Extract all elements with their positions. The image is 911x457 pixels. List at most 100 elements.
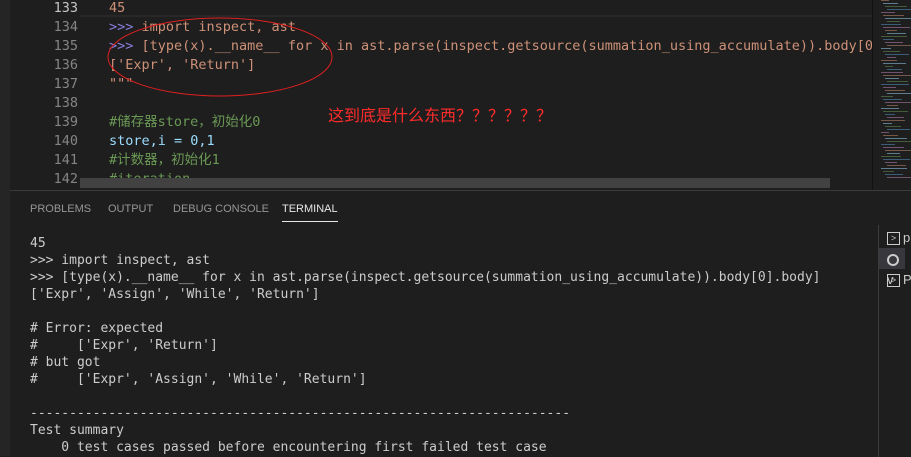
minimap-line: [885, 42, 903, 43]
minimap-line: [883, 135, 898, 136]
code-line: 45: [109, 0, 126, 16]
minimap-line: [883, 87, 896, 88]
line-number: 138: [53, 95, 78, 111]
current-line-highlight: [80, 0, 872, 17]
terminal-line: # Error: expected: [30, 321, 164, 336]
minimap-line: [887, 57, 896, 58]
code-line: >>> import inspect, ast: [109, 19, 296, 35]
minimap-line: [883, 171, 894, 172]
terminal-list-item[interactable]: > P: [887, 269, 911, 290]
minimap-line: [881, 120, 905, 121]
terminal-line: 0 test cases passed before encountering …: [30, 440, 547, 455]
minimap-line: [881, 84, 909, 85]
line-number: 136: [53, 57, 78, 73]
terminal-line: >>> [type(x).__name__ for x in ast.parse…: [30, 270, 821, 285]
minimap-line: [887, 81, 908, 82]
minimap-line: [881, 60, 897, 61]
minimap-line: [885, 90, 905, 91]
line-number: 139: [53, 114, 78, 130]
terminal-line: # but got: [30, 355, 101, 370]
tab-problems[interactable]: PROBLEMS: [30, 203, 91, 215]
minimap-line: [883, 75, 911, 76]
minimap-line: [881, 144, 895, 145]
code-line: >>> [type(x).__name__ for x in ast.parse…: [109, 38, 911, 54]
annotation-text: 这到底是什么东西？？？？？？: [328, 106, 553, 125]
minimap-line: [887, 165, 906, 166]
minimap-line: [887, 21, 900, 22]
minimap-line: [887, 141, 911, 142]
minimap-line: [883, 111, 908, 112]
minimap-line: [881, 96, 893, 97]
line-number: 141: [53, 152, 78, 168]
line-number: 142: [53, 171, 78, 187]
minimap-line: [887, 105, 898, 106]
tab-debug-console[interactable]: DEBUG CONSOLE: [173, 203, 269, 215]
terminal-line: ['Expr', 'Assign', 'While', 'Return']: [30, 287, 320, 302]
minimap-line: [885, 66, 893, 67]
code-editor[interactable]: 133 134 135 136 137 138 139 140 141 142 …: [0, 0, 911, 190]
terminal-line: Test summary: [30, 423, 124, 438]
minimap-line: [885, 162, 897, 163]
minimap-line: [881, 108, 899, 109]
bottom-panel: PROBLEMS OUTPUT DEBUG CONSOLE TERMINAL 4…: [10, 190, 911, 457]
minimap-line: [883, 147, 904, 148]
code-line: #计数器，初始化1: [109, 152, 220, 168]
minimap-line: [881, 0, 889, 1]
minimap-line: [885, 150, 911, 151]
minimap-line: [881, 132, 889, 133]
minimap-line: [887, 45, 911, 46]
line-number: 134: [53, 19, 78, 35]
activity-strip: [0, 0, 10, 456]
terminal-list-item[interactable]: > p: [887, 227, 911, 248]
terminal-icon: >: [887, 274, 900, 288]
code-line: """: [109, 76, 134, 92]
minimap-line: [883, 27, 910, 28]
minimap-line: [881, 156, 901, 157]
minimap-line: [883, 123, 892, 124]
minimap-line: [881, 24, 901, 25]
minimap-line: [887, 129, 910, 130]
terminal-line: ----------------------------------------…: [30, 406, 571, 421]
terminal-line: >>> import inspect, ast: [30, 253, 211, 268]
minimap-line: [887, 177, 911, 178]
code-line: #储存器store，初始化0: [109, 114, 261, 130]
minimap-line: [881, 12, 895, 13]
minimap-line: [885, 78, 899, 79]
terminal-line: 45: [30, 236, 46, 251]
minimap-line: [887, 9, 911, 10]
terminal-icon: >: [887, 232, 900, 246]
minimap-line: [885, 102, 911, 103]
minimap-line: [881, 72, 903, 73]
minimap-line: [883, 15, 904, 16]
minimap-line: [885, 126, 901, 127]
minimap-line: [883, 159, 910, 160]
minimap-line: [887, 69, 902, 70]
ubuntu-icon: [887, 253, 899, 266]
minimap-line: [881, 168, 907, 169]
horizontal-scrollbar[interactable]: [80, 178, 830, 188]
minimap-line: [883, 39, 894, 40]
tab-terminal[interactable]: TERMINAL: [282, 203, 338, 222]
line-number: 133: [53, 0, 78, 16]
minimap-line: [885, 6, 907, 7]
tab-output[interactable]: OUTPUT: [108, 203, 153, 215]
terminal-list-item[interactable]: v: [879, 248, 905, 287]
minimap-line: [881, 36, 907, 37]
minimap[interactable]: [872, 0, 911, 190]
minimap-line: [881, 48, 891, 49]
minimap-line: [883, 3, 898, 4]
minimap-line: [885, 18, 911, 19]
code-line: ['Expr', 'Return']: [109, 57, 256, 73]
code-line: store,i = 0,1: [109, 133, 215, 149]
minimap-line: [885, 30, 897, 31]
line-number: 135: [53, 38, 78, 54]
minimap-line: [887, 93, 911, 94]
minimap-line: [883, 51, 900, 52]
minimap-line: [883, 99, 902, 100]
line-number: 137: [53, 76, 78, 92]
minimap-line: [883, 63, 906, 64]
terminal-line: # ['Expr', 'Assign', 'While', 'Return']: [30, 372, 367, 387]
minimap-line: [885, 174, 903, 175]
minimap-line: [887, 153, 900, 154]
line-number: 140: [53, 133, 78, 149]
